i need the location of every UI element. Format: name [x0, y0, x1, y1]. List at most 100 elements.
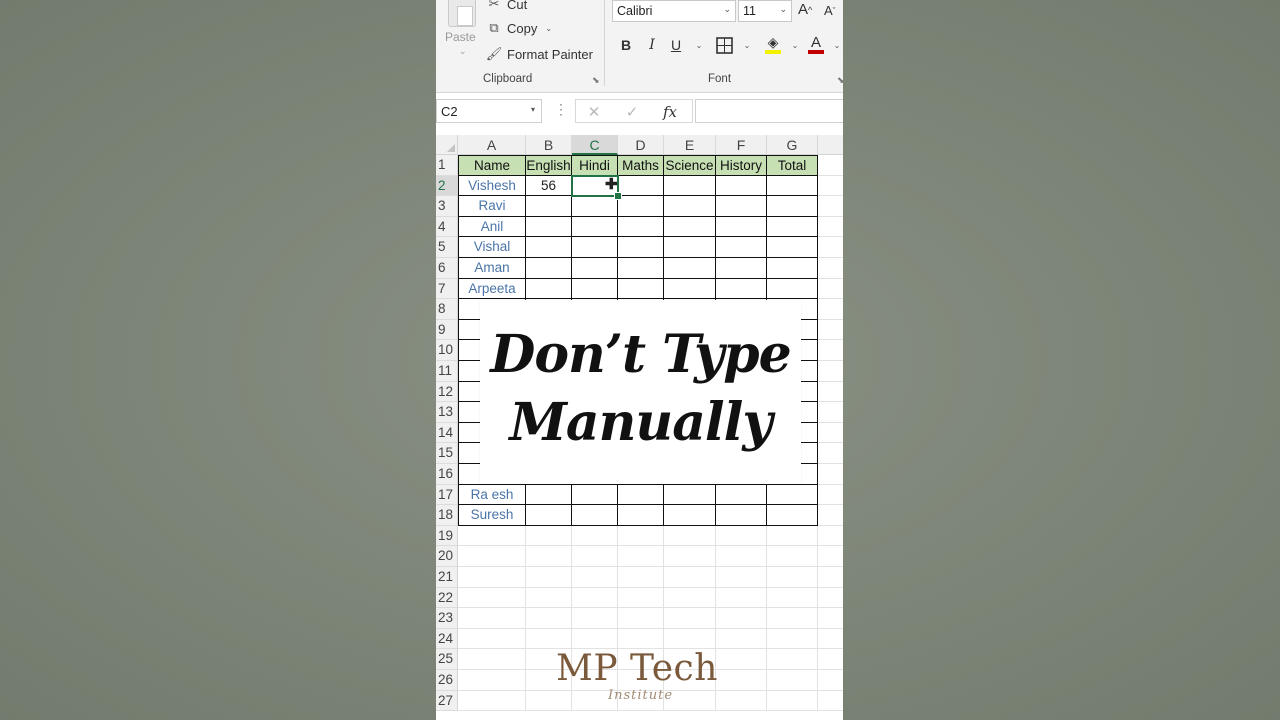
row-header-13[interactable]: 13 [436, 402, 458, 423]
cell-d19[interactable] [618, 525, 664, 547]
cell-a1[interactable]: Name [458, 155, 526, 176]
insert-function-button[interactable]: fx [656, 100, 684, 124]
cell-f20[interactable] [716, 546, 767, 567]
cell-g1[interactable]: Total [767, 155, 818, 176]
cell-b17[interactable] [526, 484, 572, 506]
row-header-6[interactable]: 6 [436, 258, 458, 279]
italic-button[interactable]: I [644, 35, 660, 55]
cell-e3[interactable] [664, 196, 716, 217]
cell-g17[interactable] [767, 484, 818, 506]
paste-button[interactable]: Paste ⌄ [442, 0, 480, 60]
row-header-20[interactable]: 20 [436, 546, 458, 567]
cell-c7[interactable] [572, 278, 618, 300]
row-header-14[interactable]: 14 [436, 422, 458, 444]
cell-e7[interactable] [664, 278, 716, 300]
cell-g25[interactable] [767, 649, 818, 670]
cell-f18[interactable] [716, 505, 767, 526]
cell-g24[interactable] [767, 628, 818, 650]
cell-overflow[interactable] [818, 649, 843, 670]
increase-font-size-button[interactable]: A ^ [798, 1, 812, 18]
cell-c17[interactable] [572, 484, 618, 506]
cell-overflow[interactable] [818, 196, 843, 217]
cell-overflow[interactable] [818, 670, 843, 691]
column-header-g[interactable]: G [767, 135, 818, 155]
cell-overflow[interactable] [818, 526, 843, 547]
row-header-17[interactable]: 17 [436, 484, 458, 506]
cell-c22[interactable] [572, 587, 618, 609]
cell-overflow[interactable] [818, 382, 843, 403]
font-name-select[interactable]: Calibri ⌄ [612, 0, 736, 22]
cell-b1[interactable]: English [526, 155, 572, 176]
formula-input[interactable] [695, 99, 843, 123]
cell-d22[interactable] [618, 587, 664, 609]
cell-c1[interactable]: Hindi [572, 155, 618, 176]
more-options-icon[interactable]: ⋮ [554, 101, 568, 118]
chevron-down-icon[interactable]: ⌄ [832, 35, 842, 55]
cell-overflow[interactable] [818, 608, 843, 629]
cell-b22[interactable] [526, 587, 572, 609]
cell-g19[interactable] [767, 525, 818, 547]
cell-f7[interactable] [716, 278, 767, 300]
cell-a27[interactable] [458, 690, 526, 712]
cell-e24[interactable] [664, 628, 716, 650]
row-header-4[interactable]: 4 [436, 216, 458, 238]
cell-d5[interactable] [618, 237, 664, 258]
cell-a3[interactable]: Ravi [458, 196, 526, 217]
row-header-3[interactable]: 3 [436, 196, 458, 217]
cell-overflow[interactable] [818, 505, 843, 526]
cell-b18[interactable] [526, 505, 572, 526]
cell-b20[interactable] [526, 546, 572, 567]
cell-a25[interactable] [458, 649, 526, 670]
chevron-down-icon[interactable]: ⌄ [742, 35, 752, 55]
cell-c4[interactable] [572, 216, 618, 238]
cell-overflow[interactable] [818, 361, 843, 382]
cell-e23[interactable] [664, 608, 716, 629]
cell-a23[interactable] [458, 608, 526, 629]
cell-b21[interactable] [526, 567, 572, 588]
bold-button[interactable]: B [618, 35, 634, 55]
dialog-launcher-icon[interactable]: ⬊ [592, 75, 600, 86]
cell-e21[interactable] [664, 567, 716, 588]
cell-a18[interactable]: Suresh [458, 505, 526, 526]
cell-overflow[interactable] [818, 443, 843, 464]
chevron-down-icon[interactable]: ⌄ [790, 35, 800, 55]
cell-overflow[interactable] [818, 320, 843, 341]
cell-f22[interactable] [716, 587, 767, 609]
cell-a24[interactable] [458, 628, 526, 650]
cell-d24[interactable] [618, 628, 664, 650]
row-header-26[interactable]: 26 [436, 670, 458, 691]
name-box[interactable]: C2 ▾ [436, 99, 542, 123]
row-header-8[interactable]: 8 [436, 299, 458, 320]
cell-e2[interactable] [664, 175, 716, 197]
cell-d17[interactable] [618, 484, 664, 506]
cell-f3[interactable] [716, 196, 767, 217]
cell-b4[interactable] [526, 216, 572, 238]
cell-d2[interactable] [618, 175, 664, 197]
cell-f4[interactable] [716, 216, 767, 238]
cell-overflow[interactable] [818, 588, 843, 609]
cell-overflow[interactable] [818, 423, 843, 444]
cell-e20[interactable] [664, 546, 716, 567]
column-header-c[interactable]: C [572, 135, 618, 155]
row-header-11[interactable]: 11 [436, 361, 458, 382]
cell-a26[interactable] [458, 670, 526, 691]
cell-overflow[interactable] [818, 155, 843, 176]
cell-overflow[interactable] [818, 464, 843, 485]
cell-d1[interactable]: Maths [618, 155, 664, 176]
column-header-a[interactable]: A [458, 135, 526, 155]
row-header-27[interactable]: 27 [436, 690, 458, 712]
cell-a21[interactable] [458, 567, 526, 588]
cell-g18[interactable] [767, 505, 818, 526]
cell-overflow[interactable] [818, 176, 843, 197]
cell-c5[interactable] [572, 237, 618, 258]
cell-overflow[interactable] [818, 485, 843, 506]
cell-g3[interactable] [767, 196, 818, 217]
fill-handle[interactable] [614, 192, 622, 201]
row-header-16[interactable]: 16 [436, 464, 458, 485]
cell-c20[interactable] [572, 546, 618, 567]
column-header-d[interactable]: D [618, 135, 664, 155]
column-header-e[interactable]: E [664, 135, 716, 155]
cell-c6[interactable] [572, 258, 618, 279]
cell-b3[interactable] [526, 196, 572, 217]
row-header-12[interactable]: 12 [436, 381, 458, 403]
